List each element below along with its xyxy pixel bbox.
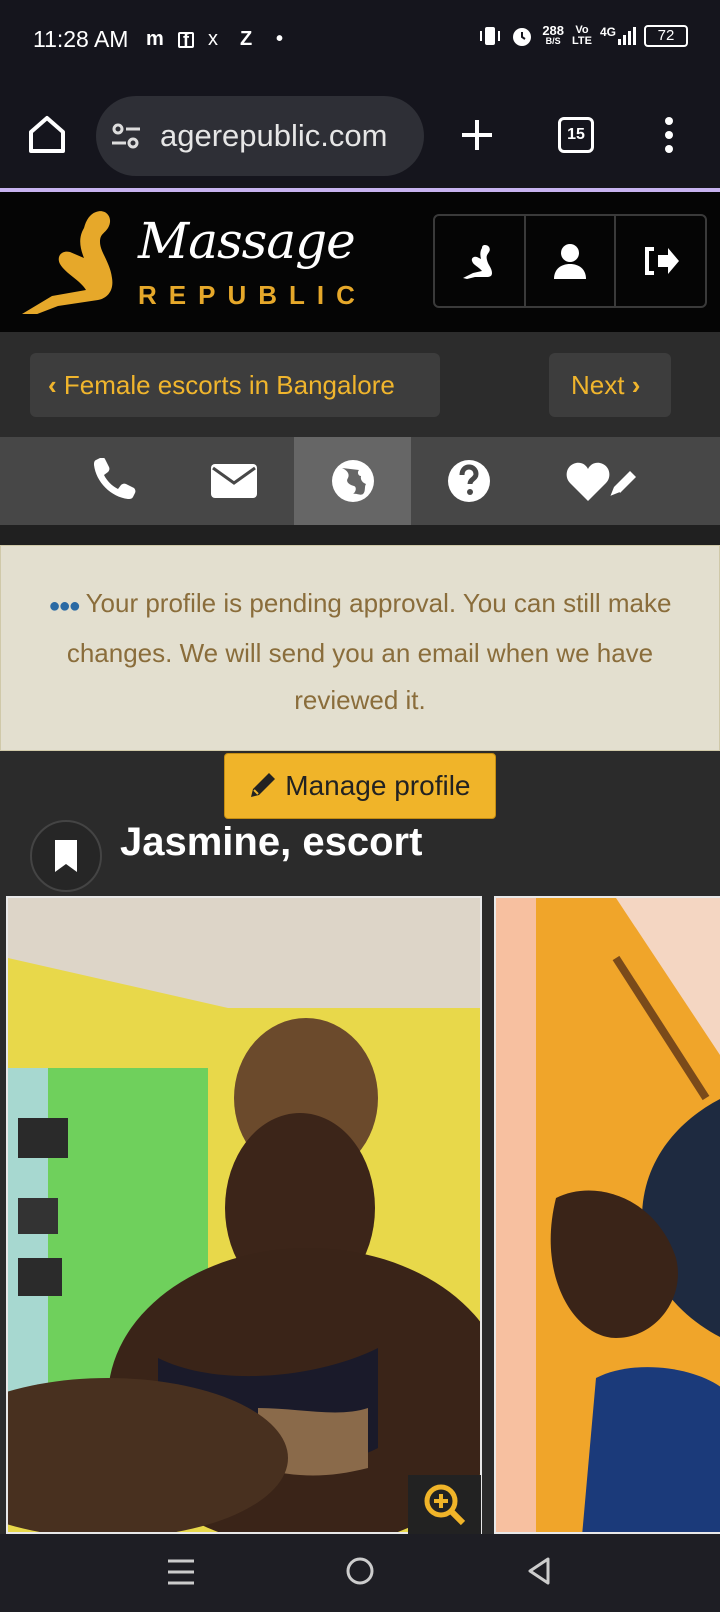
photo-image-2: [496, 898, 720, 1532]
chevron-right-icon: ›: [624, 370, 641, 400]
heart-edit-icon: [566, 462, 636, 501]
address-bar[interactable]: agerepublic.com: [96, 96, 424, 176]
site-header: Massage REPUBLIC: [0, 192, 720, 332]
m-icon: m: [146, 28, 164, 50]
profile-photo-2[interactable]: [494, 896, 720, 1534]
profile-nav: ‹ Female escorts in Bangalore Next ›: [0, 332, 720, 437]
vibrate-icon: [480, 27, 501, 45]
profile-title: Jasmine, escort: [120, 820, 423, 864]
pending-approval-notice: ●●● Your profile is pending approval. Yo…: [0, 545, 720, 751]
globe-icon: [331, 460, 374, 502]
user-icon: [554, 244, 586, 279]
tab-switcher-button[interactable]: 15: [558, 117, 594, 153]
zoom-in-icon: [424, 1484, 465, 1525]
facebook-icon: f: [178, 31, 194, 49]
phone-icon: [94, 458, 136, 499]
site-logo[interactable]: Massage REPUBLIC: [0, 192, 356, 332]
x-icon: x: [208, 28, 218, 50]
escort-figure-button[interactable]: [435, 216, 526, 306]
battery-icon: 72: [644, 25, 688, 47]
signal-icon: 4G: [600, 26, 636, 45]
manage-profile-label: Manage profile: [285, 770, 471, 801]
pencil-icon: [251, 773, 276, 797]
question-icon: [448, 460, 490, 502]
z-icon: Z: [240, 28, 253, 50]
next-button[interactable]: Next ›: [549, 353, 671, 417]
new-tab-icon[interactable]: [460, 118, 494, 152]
url-text: agerepublic.com: [160, 118, 388, 153]
ellipsis-icon: ●●●: [48, 595, 81, 617]
manage-profile-button[interactable]: Manage profile: [224, 753, 496, 819]
tab-phone[interactable]: [60, 437, 174, 525]
dot-icon: •: [276, 28, 284, 50]
recent-apps-icon[interactable]: [166, 1557, 196, 1587]
profile-photo[interactable]: [6, 896, 482, 1534]
tab-favorite-edit[interactable]: [540, 437, 660, 525]
logo-script-text: Massage: [138, 212, 356, 270]
next-label: Next: [571, 370, 625, 400]
more-menu-icon[interactable]: [664, 116, 674, 154]
home-icon[interactable]: [28, 114, 66, 154]
zoom-button[interactable]: [408, 1475, 481, 1534]
divider: [0, 525, 720, 545]
chevron-left-icon: ‹: [48, 370, 64, 400]
volte-icon: Vo LTE: [572, 24, 592, 47]
contact-tabs: [0, 437, 720, 525]
back-triangle-icon[interactable]: [526, 1556, 552, 1586]
logo-figure-icon: [22, 211, 113, 314]
logout-button[interactable]: [616, 216, 705, 306]
status-bar: 11:28 AM m f x Z • 288 B/S Vo LTE 4G 72: [0, 0, 720, 82]
back-to-list-button[interactable]: ‹ Female escorts in Bangalore: [30, 353, 440, 417]
envelope-icon: [211, 464, 257, 498]
site-settings-icon[interactable]: [110, 122, 142, 150]
back-label: Female escorts in Bangalore: [63, 370, 395, 400]
logo-sub-text: REPUBLIC: [138, 280, 367, 310]
net-speed: 288 B/S: [542, 23, 565, 46]
browser-toolbar: agerepublic.com 15: [0, 82, 720, 190]
alarm-icon: [513, 28, 532, 46]
tab-help[interactable]: [412, 437, 526, 525]
notice-text: Your profile is pending approval. You ca…: [66, 588, 672, 715]
bookmark-button[interactable]: [30, 820, 102, 892]
account-button[interactable]: [526, 216, 617, 306]
home-circle-icon[interactable]: [345, 1556, 375, 1586]
tab-globe[interactable]: [294, 437, 411, 525]
sign-out-icon: [644, 247, 679, 275]
bookmark-icon: [55, 840, 77, 872]
header-icon-group: [433, 214, 707, 308]
figure-icon: [463, 245, 493, 279]
status-time: 11:28 AM: [33, 26, 129, 52]
tab-email[interactable]: [177, 437, 291, 525]
system-nav-bar: [0, 1534, 720, 1612]
photo-image: [8, 898, 480, 1532]
